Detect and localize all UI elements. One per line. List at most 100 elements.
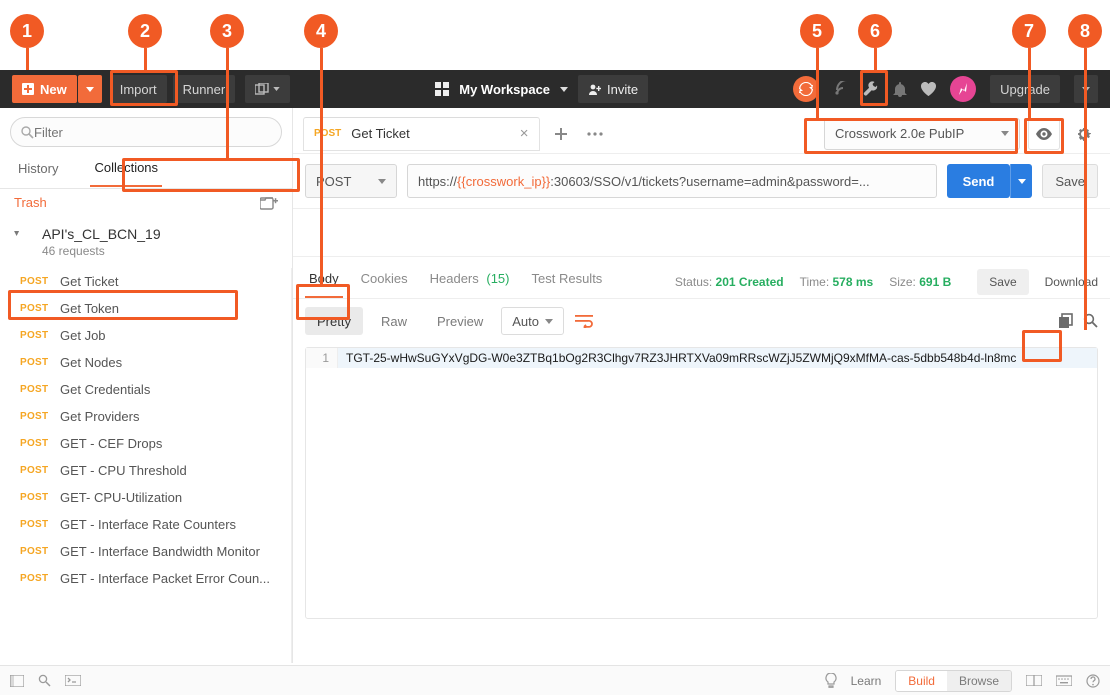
invite-button[interactable]: Invite	[578, 75, 648, 103]
method-badge: POST	[20, 438, 50, 449]
import-button[interactable]: Import	[110, 75, 167, 103]
url-prefix: https://	[418, 174, 457, 189]
eye-icon	[1035, 128, 1053, 140]
response-tab-body[interactable]: Body	[305, 265, 343, 298]
request-item[interactable]: POSTGet Nodes	[0, 349, 291, 376]
help-icon[interactable]	[1086, 674, 1100, 688]
wrap-lines-button[interactable]	[570, 307, 598, 335]
response-tab-headers[interactable]: Headers (15)	[426, 265, 514, 298]
request-tab[interactable]: POST Get Ticket ×	[303, 117, 540, 151]
request-item[interactable]: POSTGet Job	[0, 322, 291, 349]
method-badge: POST	[20, 519, 50, 530]
status-bar: Learn Build Browse	[0, 665, 1110, 695]
save-button[interactable]: Save	[1042, 164, 1098, 198]
new-window-button[interactable]	[245, 75, 290, 103]
learn-link[interactable]: Learn	[851, 674, 882, 688]
callout-1: 1	[10, 14, 44, 48]
upgrade-button[interactable]: Upgrade	[990, 75, 1060, 103]
main-panel: POST Get Ticket × Crosswork 2.0e PubIP	[293, 108, 1110, 663]
request-item[interactable]: POSTGET - Interface Rate Counters	[0, 511, 291, 538]
workspace-label[interactable]: My Workspace	[459, 82, 550, 97]
request-item[interactable]: POSTGet Credentials	[0, 376, 291, 403]
method-badge: POST	[20, 573, 50, 584]
two-pane-icon[interactable]	[1026, 675, 1042, 686]
console-icon[interactable]	[65, 675, 81, 686]
response-tab-cookies[interactable]: Cookies	[357, 265, 412, 298]
request-meta-area	[293, 209, 1110, 257]
method-select[interactable]: POST	[305, 164, 397, 198]
build-tab[interactable]: Build	[896, 671, 947, 691]
response-tab-headers-label: Headers	[430, 271, 479, 286]
method-badge: POST	[20, 465, 50, 476]
collection-subtitle: 46 requests	[42, 244, 278, 258]
bulb-icon	[825, 673, 837, 688]
method-badge: POST	[20, 303, 50, 314]
new-button[interactable]: New	[12, 75, 77, 103]
tab-options-button[interactable]	[582, 121, 608, 147]
browse-tab[interactable]: Browse	[947, 671, 1011, 691]
send-dropdown[interactable]	[1010, 164, 1032, 198]
app-topbar: New Import Runner My Workspace Invite	[0, 70, 1110, 108]
request-name: Get Providers	[60, 409, 139, 424]
request-item[interactable]: POST Get Token	[0, 295, 291, 322]
plus-icon	[22, 83, 34, 95]
size-value: 691 B	[919, 275, 951, 289]
url-input[interactable]: https://{{crosswork_ip}}:30603/SSO/v1/ti…	[407, 164, 937, 198]
method-badge: POST	[20, 330, 50, 341]
chevron-down-icon	[378, 179, 386, 184]
workspace-grid-icon	[435, 82, 449, 96]
request-name: Get Ticket	[60, 274, 119, 289]
response-tab-tests[interactable]: Test Results	[528, 265, 607, 298]
bootcamp-icon[interactable]	[950, 76, 976, 102]
collection-header[interactable]: API's_CL_BCN_19 46 requests	[0, 216, 292, 268]
heart-icon[interactable]	[921, 82, 936, 96]
request-item[interactable]: POSTGET- CPU-Utilization	[0, 484, 291, 511]
tab-history[interactable]: History	[14, 153, 62, 186]
invite-button-label: Invite	[607, 82, 638, 97]
find-icon[interactable]	[38, 674, 51, 687]
view-preview[interactable]: Preview	[425, 307, 495, 335]
keyboard-icon[interactable]	[1056, 675, 1072, 686]
sidebar: History Collections Trash API's_CL_BCN_1…	[0, 108, 293, 663]
request-name: GET - Interface Packet Error Coun...	[60, 571, 270, 586]
response-body[interactable]: 1 TGT-25-wHwSuGYxVgDG-W0e3ZTBq1bOg2R3Clh…	[305, 347, 1098, 619]
view-raw[interactable]: Raw	[369, 307, 419, 335]
save-response-button[interactable]: Save	[977, 269, 1028, 295]
time-value: 578 ms	[833, 275, 874, 289]
new-dropdown[interactable]	[78, 75, 102, 103]
request-item[interactable]: POSTGET - CEF Drops	[0, 430, 291, 457]
sidebar-toggle-icon[interactable]	[10, 675, 24, 687]
chevron-down-icon	[545, 319, 553, 324]
callout-2: 2	[128, 14, 162, 48]
bell-icon[interactable]	[893, 81, 907, 97]
tab-collections[interactable]: Collections	[90, 152, 162, 187]
request-item[interactable]: POST Get Ticket	[0, 268, 291, 295]
send-button[interactable]: Send	[947, 164, 1011, 198]
request-item[interactable]: POSTGET - Interface Bandwidth Monitor	[0, 538, 291, 565]
request-item[interactable]: POST GET - Interface Packet Error Coun...	[0, 565, 291, 592]
tab-close-icon[interactable]: ×	[520, 125, 529, 142]
callout-5: 5	[800, 14, 834, 48]
method-badge: POST	[20, 411, 50, 422]
view-format-select[interactable]: Auto	[501, 307, 564, 335]
filter-input-wrap[interactable]	[10, 117, 282, 147]
method-badge: POST	[20, 276, 50, 287]
callout-4: 4	[304, 14, 338, 48]
filter-input[interactable]	[34, 125, 271, 140]
download-response-button[interactable]: Download	[1045, 275, 1098, 289]
copy-response-icon[interactable]	[1057, 313, 1073, 329]
trash-link[interactable]: Trash	[14, 195, 47, 210]
environment-select[interactable]: Crosswork 2.0e PubIP	[824, 118, 1020, 150]
new-tab-button[interactable]	[548, 121, 574, 147]
wrench-icon[interactable]	[863, 81, 879, 97]
env-quicklook-button[interactable]	[1028, 118, 1060, 150]
new-collection-icon[interactable]	[260, 196, 278, 210]
view-pretty[interactable]: Pretty	[305, 307, 363, 335]
callout-3: 3	[210, 14, 244, 48]
satellite-icon[interactable]	[833, 81, 849, 97]
request-item[interactable]: POSTGET - CPU Threshold	[0, 457, 291, 484]
request-name: Get Token	[60, 301, 119, 316]
request-item[interactable]: POST Get Providers	[0, 403, 291, 430]
search-icon	[21, 126, 34, 139]
build-browse-toggle[interactable]: Build Browse	[895, 670, 1012, 692]
